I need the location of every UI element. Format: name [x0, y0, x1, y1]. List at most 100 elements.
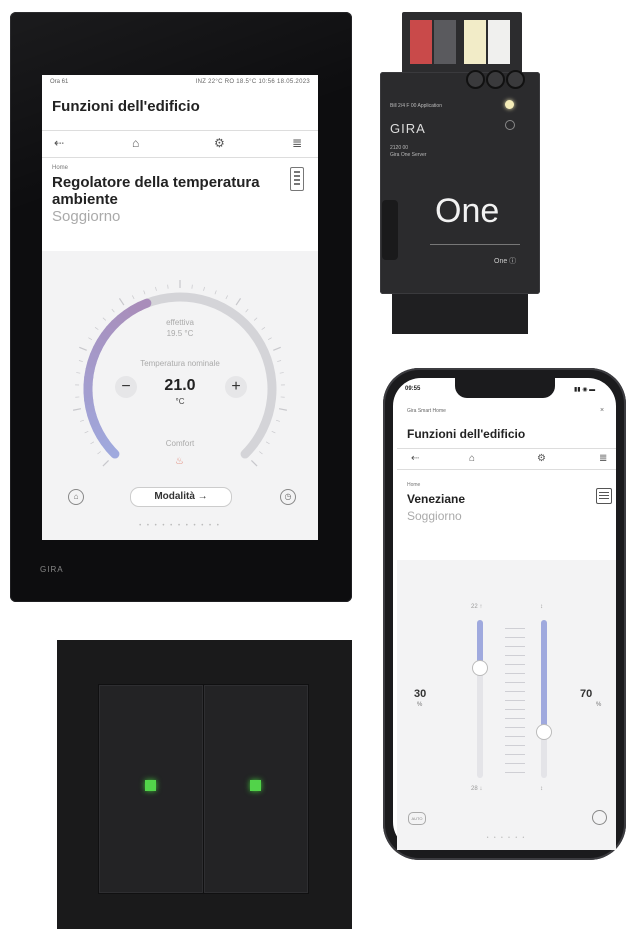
setpoint-value: 21.0	[164, 377, 196, 394]
height-value: 70	[580, 688, 593, 700]
server-header-text: Bill 2/4 F 00 Application	[390, 103, 442, 109]
panel-function-room: Soggiorno	[52, 208, 121, 225]
phone-nav-row: ⇠ ⌂ ⚙ ≣	[397, 448, 616, 470]
height-slider-knob[interactable]	[536, 723, 552, 740]
dial-tick	[273, 346, 281, 351]
dial-tick	[76, 372, 81, 374]
dial-tick	[250, 459, 258, 467]
slat-value: 30	[414, 688, 427, 700]
status-led-left	[145, 780, 156, 791]
server-din-base	[392, 294, 528, 334]
slider-scale	[505, 628, 525, 773]
dial-tick	[84, 430, 89, 434]
server-brand: GIRA	[390, 121, 426, 136]
clock-icon[interactable]	[592, 810, 607, 825]
phone-screen-title: Funzioni dell'edificio	[407, 427, 526, 441]
terminal-yellow	[464, 20, 486, 64]
setpoint-label: Temperatura nominale	[140, 359, 220, 368]
blinds-icon	[596, 488, 612, 504]
dial-tick	[279, 372, 284, 374]
dial-tick	[245, 308, 249, 313]
phone-time: 09:55	[405, 386, 421, 392]
panel-screen-title: Funzioni dell'edificio	[52, 98, 200, 115]
terminal-white	[488, 20, 510, 64]
server-divider	[430, 244, 520, 245]
presence-icon[interactable]: ⌂	[68, 489, 84, 505]
height-slider[interactable]	[536, 620, 552, 778]
arrow-left-icon[interactable]: ⇠	[411, 453, 419, 464]
dial-tick	[235, 298, 242, 306]
heating-icon: ♨	[175, 456, 184, 467]
page-indicator: • • • • • • • • • • •	[139, 523, 221, 529]
gear-icon[interactable]: ⚙	[214, 136, 225, 150]
dial-tick	[97, 451, 101, 455]
phone-function-caption: Home	[407, 482, 421, 488]
dial-tick	[118, 298, 125, 306]
panel-status-left: Ora 61	[50, 79, 69, 85]
server-product-name: Gira One Server	[390, 152, 427, 158]
phone-function-room: Soggiorno	[407, 509, 462, 523]
thermostat-dial-area: effettiva 19.5 °C Temperatura nominale −…	[42, 251, 318, 540]
dial-tick	[203, 286, 205, 291]
phone-notch	[455, 378, 555, 398]
arrow-left-icon[interactable]: ⇠	[54, 136, 64, 150]
server-one-logo: One	[435, 192, 500, 230]
actual-temperature: effettiva 19.5 °C	[42, 317, 318, 339]
server-button-3	[506, 70, 525, 89]
terminal-red	[410, 20, 432, 64]
slat-slider[interactable]	[472, 620, 488, 778]
dial-tick	[132, 295, 135, 300]
thermostat-icon	[290, 167, 304, 191]
terminal-grey	[434, 20, 456, 64]
phone-page-indicator: • • • • • •	[486, 835, 527, 841]
home-icon[interactable]: ⌂	[469, 453, 475, 464]
increase-button[interactable]: +	[225, 376, 247, 398]
dial-active-arc-segment	[134, 298, 152, 312]
list-icon[interactable]: ≣	[599, 453, 607, 464]
list-icon[interactable]: ≣	[292, 136, 302, 150]
home-icon[interactable]: ⌂	[132, 136, 139, 150]
phone-function-title: Veneziane	[407, 492, 466, 506]
panel-status-bar: Ora 61 INZ 22°C RO 18.5°C 10:56 18.05.20…	[42, 75, 318, 89]
server-led-ring	[505, 120, 515, 130]
gear-icon[interactable]: ⚙	[537, 453, 546, 464]
slat-unit: %	[417, 702, 423, 708]
panel-function-caption: Home	[52, 165, 69, 171]
dial-tick	[225, 295, 228, 300]
dial-tick	[72, 408, 82, 411]
server-status-led	[505, 100, 514, 109]
actual-temperature-value: 19.5 °C	[166, 329, 194, 338]
panel-status-right: INZ 22°C RO 18.5°C 10:56 18.05.2023	[195, 79, 310, 85]
height-unit: %	[596, 702, 602, 708]
panel-function-title: Regolatore della temperatura ambiente	[52, 174, 260, 208]
server-model-text: 2120 00 Gira One Server	[390, 145, 426, 159]
panel-nav-row: ⇠ ⌂ ⚙ ≣	[42, 130, 318, 158]
dial-tick	[271, 430, 276, 434]
server-one-small: One ⓘ	[494, 258, 517, 265]
server-button-2	[486, 70, 505, 89]
status-led-right	[250, 780, 261, 791]
dial-tick	[80, 419, 85, 422]
setpoint-unit: °C	[175, 397, 185, 406]
dial-tick	[259, 451, 263, 455]
dial-tick	[79, 346, 87, 351]
actual-temperature-label: effettiva	[166, 318, 194, 327]
phone-app-name: Gira Smart Home	[407, 408, 446, 414]
slat-top-label: 22 ↑	[471, 604, 483, 610]
server-article-number: 2120 00	[390, 145, 409, 151]
dial-tick	[143, 290, 146, 295]
dial-tick	[214, 290, 217, 295]
clock-icon[interactable]: ◷	[280, 489, 296, 505]
close-icon[interactable]: ×	[600, 407, 604, 414]
phone-status-icons: ▮▮ ◉ ▬	[574, 387, 596, 393]
dial-tick	[155, 286, 157, 291]
dial-tick	[111, 308, 115, 313]
height-slider-fill	[541, 620, 547, 731]
auto-mode-button[interactable]: AUTO	[408, 812, 426, 825]
height-top-label: ↕	[540, 604, 543, 610]
panel-brand-logo: GIRA	[40, 565, 64, 574]
dial-tick	[275, 419, 280, 422]
mode-button[interactable]: Modalità →	[130, 487, 232, 507]
server-button-1	[466, 70, 485, 89]
height-bottom-label: ↕	[540, 786, 543, 792]
